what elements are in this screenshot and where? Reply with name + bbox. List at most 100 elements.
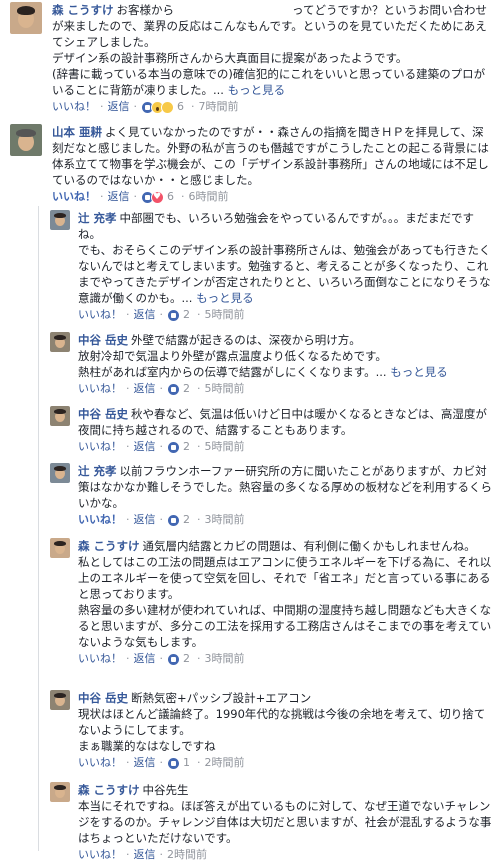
avatar[interactable]	[50, 538, 70, 558]
timestamp[interactable]: 5時間前	[205, 439, 245, 455]
reply-text: 熱容量の多い建材が使われていれば、中間期の湿度持ち越し問題なども大きくなると思い…	[78, 603, 492, 649]
timestamp[interactable]: 3時間前	[205, 512, 245, 528]
reply-text: 断熱気密+パッシブ設計+エアコン	[131, 691, 312, 705]
like-button[interactable]: いいね！	[78, 381, 122, 397]
timestamp[interactable]: 2時間前	[167, 847, 207, 863]
avatar[interactable]	[50, 463, 70, 483]
comment-actions: いいね！· 返信· 6 ·6時間前	[52, 189, 494, 205]
reply-button[interactable]: 返信	[134, 381, 156, 397]
reply-button[interactable]: 返信	[134, 439, 156, 455]
reply-button[interactable]: 返信	[134, 755, 156, 771]
reply: 辻 充孝 中部圏でも、いろいろ勉強会をやっているんですが。。。まだまだですね。 で…	[50, 210, 494, 323]
like-reaction-icon	[167, 513, 180, 527]
reply-author[interactable]: 森 こうすけ	[78, 539, 140, 553]
reply-button[interactable]: 返信	[134, 512, 156, 528]
reaction-count: 1	[183, 756, 190, 769]
reply-text: 外壁で結露が起きるのは、深夜から明け方。	[131, 333, 361, 347]
reply-thread-line	[38, 206, 39, 851]
like-reaction-icon	[167, 440, 180, 454]
love-reaction-icon	[151, 189, 164, 205]
like-reaction-icon	[167, 756, 180, 770]
reply-text: 通気層内結露とカビの問題は、有利側に働くかもしれませんね。	[142, 539, 476, 553]
reply-text: 私としてはこの工法の問題点はエアコンに使うエネルギーを下げる為に、それ以上のエネ…	[78, 555, 492, 601]
haha-reaction-icon	[161, 100, 174, 114]
reaction-summary[interactable]: 2	[167, 307, 190, 323]
avatar[interactable]	[10, 2, 42, 34]
reply-actions: いいね！ · 返信 · 2時間前	[78, 847, 207, 863]
reply-text: 以前フラウンホーファー研究所の方に聞いたことがありますが、カビ対策はなかなか難し…	[78, 464, 492, 510]
reply-text: 秋や春など、気温は低いけど日中は暖かくなるときなどは、高湿度が夜間に持ち越される…	[78, 407, 487, 437]
reaction-summary[interactable]: 2	[167, 381, 190, 397]
reply: 中谷 岳史 秋や春など、気温は低いけど日中は暖かくなるときなどは、高湿度が夜間に持…	[50, 406, 494, 455]
reply-author[interactable]: 辻 充孝	[78, 211, 117, 225]
avatar[interactable]	[50, 210, 70, 230]
see-more-link[interactable]: もっと見る	[228, 83, 286, 97]
reaction-summary[interactable]: 6	[141, 189, 174, 205]
comment-text: お客様から	[116, 3, 175, 17]
reaction-summary[interactable]: 6	[141, 99, 184, 115]
reply-button[interactable]: 返信	[134, 307, 156, 323]
reply-actions: いいね！ · 返信 · 1 · 2時間前	[78, 755, 245, 771]
reply-actions: いいね！ · 返信 · 2 · 5時間前	[78, 439, 245, 455]
avatar[interactable]	[50, 406, 70, 426]
timestamp[interactable]: 5時間前	[205, 307, 245, 323]
comment: 山本 亜耕 よく見ていなかったのですが・・森さんの指摘を聞きＨＰを拝見して、深刻だ…	[10, 124, 494, 205]
timestamp[interactable]: 6時間前	[189, 189, 229, 205]
reply-button[interactable]: 返信	[134, 651, 156, 667]
like-button[interactable]: いいね！	[78, 755, 122, 771]
timestamp[interactable]: 5時間前	[205, 381, 245, 397]
like-reaction-icon	[167, 382, 180, 396]
like-button[interactable]: いいね！	[78, 651, 122, 667]
avatar[interactable]	[50, 782, 70, 802]
comment-text: よく見ていなかったのですが・・森さんの指摘を聞きＨＰを拝見して、深刻だなと感じま…	[52, 125, 489, 187]
timestamp[interactable]: 7時間前	[199, 99, 239, 115]
reply-button[interactable]: 返信	[108, 99, 130, 115]
reply-text: まぁ職業的なはなしですね	[78, 739, 216, 753]
reply: 森 こうすけ 中谷先生 本当にそれですね。ほぼ答えが出ているものに対して、なぜ王道…	[50, 782, 494, 863]
timestamp[interactable]: 2時間前	[205, 755, 245, 771]
see-more-link[interactable]: もっと見る	[390, 365, 448, 379]
reply: 森 こうすけ 通気層内結露とカビの問題は、有利側に働くかもしれませんね。 私として…	[50, 538, 494, 667]
like-reaction-icon	[167, 308, 180, 322]
reaction-count: 6	[167, 190, 174, 203]
reply-button[interactable]: 返信	[134, 847, 156, 863]
reply-actions: いいね！ · 返信 · 2 · 5時間前	[78, 381, 245, 397]
reaction-count: 2	[183, 440, 190, 453]
comment-author[interactable]: 森 こうすけ	[52, 3, 114, 17]
reply-text: 中谷先生	[142, 783, 189, 797]
reaction-summary[interactable]: 2	[167, 439, 190, 455]
reply-author[interactable]: 中谷 岳史	[78, 333, 128, 347]
reply-actions: いいね！ · 返信 · 2 · 3時間前	[78, 512, 245, 528]
reply-button[interactable]: 返信	[108, 189, 130, 205]
avatar[interactable]	[50, 690, 70, 710]
reply-text: 中部圏でも、いろいろ勉強会をやっているんですが。。。まだまだですね。	[78, 211, 475, 241]
avatar[interactable]	[50, 332, 70, 352]
reply-text: でも、おそらくこのデザイン系の設計事務所さんは、勉強会があっても行きたくないんで…	[78, 243, 491, 305]
reaction-count: 2	[183, 382, 190, 395]
reply-author[interactable]: 中谷 岳史	[78, 407, 128, 421]
reaction-count: 2	[183, 308, 190, 321]
comment-text: デザイン系の設計事務所さんから大真面目に提案があったようです。	[52, 51, 408, 65]
reaction-summary[interactable]: 2	[167, 651, 190, 667]
like-button[interactable]: いいね！	[52, 99, 96, 115]
reply: 辻 充孝 以前フラウンホーファー研究所の方に聞いたことがありますが、カビ対策はなか…	[50, 463, 494, 528]
reply-author[interactable]: 森 こうすけ	[78, 783, 140, 797]
see-more-link[interactable]: もっと見る	[196, 291, 254, 305]
like-button[interactable]: いいね！	[52, 189, 96, 205]
reaction-summary[interactable]: 2	[167, 512, 190, 528]
reply-actions: いいね！ · 返信 · 2 · 5時間前	[78, 307, 245, 323]
timestamp[interactable]: 3時間前	[205, 651, 245, 667]
reply: 中谷 岳史 断熱気密+パッシブ設計+エアコン 現状はほとんど議論終了。1990年代…	[50, 690, 494, 771]
like-button[interactable]: いいね！	[78, 847, 122, 863]
avatar[interactable]	[10, 124, 42, 156]
reply-author[interactable]: 辻 充孝	[78, 464, 117, 478]
like-button[interactable]: いいね！	[78, 439, 122, 455]
reply-author[interactable]: 中谷 岳史	[78, 691, 128, 705]
comment-author[interactable]: 山本 亜耕	[52, 125, 102, 139]
reply-text: 現状はほとんど議論終了。1990年代的な挑戦は今後の余地を考えて、切り捨てないよ…	[78, 707, 486, 737]
comment-feed: 森 こうすけ お客様から ってどうですか？というお問い合わせが来ましたので、業界の反…	[0, 0, 499, 861]
like-button[interactable]: いいね！	[78, 512, 122, 528]
reply-text: 熱柱があれば室内からの伝導で結露がしにくくなります。...	[78, 365, 387, 379]
like-button[interactable]: いいね！	[78, 307, 122, 323]
reaction-summary[interactable]: 1	[167, 755, 190, 771]
